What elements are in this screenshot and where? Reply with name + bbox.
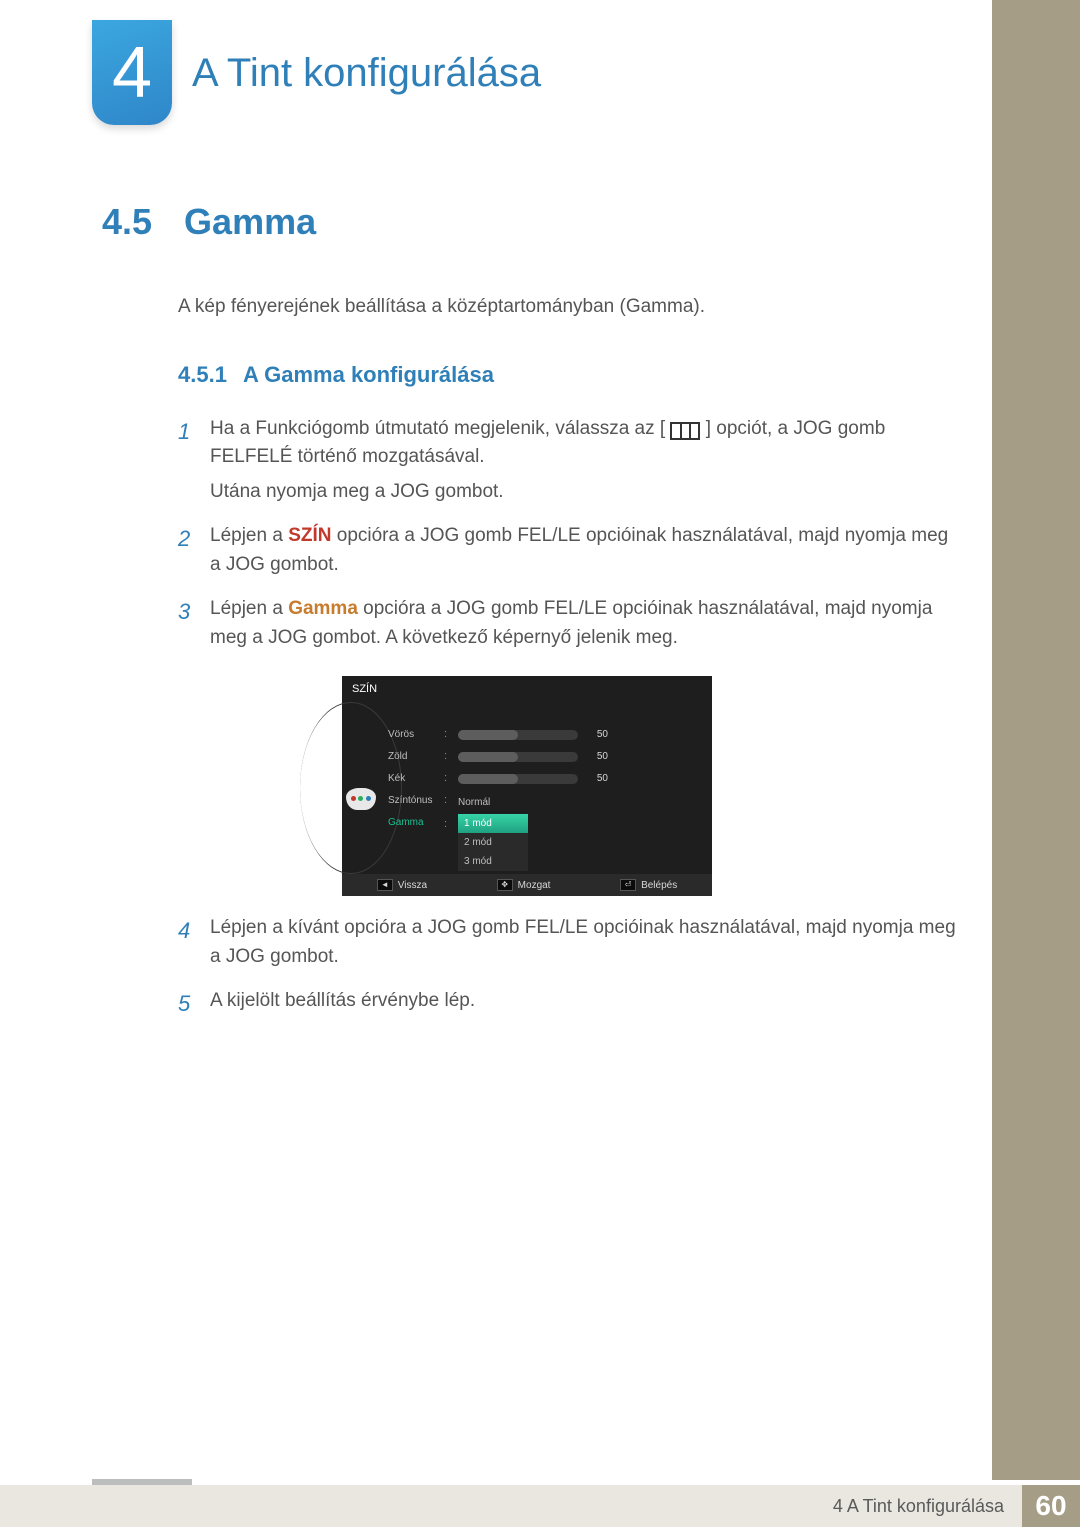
osd-slider-green: : 50 <box>444 746 702 768</box>
osd-label-gamma: Gamma <box>388 812 432 834</box>
osd-left-pane: Vörös Zöld Kék Színtónus Gamma <box>342 712 444 871</box>
step-number: 5 <box>178 987 196 1022</box>
step-text: A kijelölt beállítás érvénybe lép. <box>210 987 475 1022</box>
subsection-title: A Gamma konfigurálása <box>243 362 494 387</box>
page-number: 60 <box>1022 1485 1080 1527</box>
osd-footer-back: Vissza <box>398 878 427 893</box>
step2-part-a: Lépjen a <box>210 525 288 546</box>
palette-icon <box>346 788 376 810</box>
osd-right-pane: : 50 : 50 : 50 : Normál <box>444 712 712 871</box>
section-intro: A kép fényerejének beállítása a középtar… <box>178 293 960 322</box>
step1-part-c: Utána nyomja meg a JOG gombot. <box>210 478 960 507</box>
back-key-icon: ◄ <box>377 879 393 891</box>
step-text: Lépjen a kívánt opcióra a JOG gomb FEL/L… <box>210 914 960 977</box>
osd-label-blue: Kék <box>388 768 432 790</box>
osd-menu-labels: Vörös Zöld Kék Színtónus Gamma <box>388 724 432 834</box>
osd-row-tone: : Normál <box>444 790 702 812</box>
osd-label-red: Vörös <box>388 724 432 746</box>
osd-value-blue: 50 <box>586 771 608 786</box>
osd-value-tone: Normál <box>458 791 490 810</box>
chapter-header: 4 A Tint konfigurálása <box>92 20 541 125</box>
osd-gamma-opt2: 2 mód <box>458 833 528 852</box>
step-4: 4 Lépjen a kívánt opcióra a JOG gomb FEL… <box>178 914 960 977</box>
step-text: Ha a Funkciógomb útmutató megjelenik, vá… <box>210 415 960 513</box>
step-1: 1 Ha a Funkciógomb útmutató megjelenik, … <box>178 415 960 513</box>
osd-slider-blue: : 50 <box>444 768 702 790</box>
osd-gamma-opt1: 1 mód <box>458 814 528 833</box>
osd-footer-enter: Belépés <box>641 878 677 893</box>
osd-footer: ◄ Vissza ✥ Mozgat ⏎ Belépés <box>342 874 712 896</box>
step-3: 3 Lépjen a Gamma opcióra a JOG gomb FEL/… <box>178 595 960 658</box>
osd-value-red: 50 <box>586 727 608 742</box>
footer-bar: 4 A Tint konfigurálása 60 <box>0 1485 1080 1527</box>
osd-label-green: Zöld <box>388 746 432 768</box>
step3-part-a: Lépjen a <box>210 598 288 619</box>
step-text: Lépjen a SZÍN opcióra a JOG gomb FEL/LE … <box>210 522 960 585</box>
osd-row-gamma: : 1 mód 2 mód 3 mód <box>444 812 702 871</box>
section-title: Gamma <box>184 201 316 242</box>
section-number: 4.5 <box>102 201 152 242</box>
content-area: 4.5 Gamma A kép fényerejének beállítása a… <box>102 195 960 1032</box>
move-key-icon: ✥ <box>497 879 513 891</box>
subsection-heading: 4.5.1 A Gamma konfigurálása <box>178 358 960 391</box>
step-number: 2 <box>178 522 196 585</box>
subsection-number: 4.5.1 <box>178 362 227 387</box>
szin-highlight: SZÍN <box>288 525 331 546</box>
footer-label: 4 A Tint konfigurálása <box>833 1493 1004 1520</box>
osd-gamma-options: 1 mód 2 mód 3 mód <box>458 814 528 871</box>
osd-slider-red: : 50 <box>444 724 702 746</box>
step5-text: A kijelölt beállítás érvénybe lép. <box>210 987 475 1016</box>
chapter-number-badge: 4 <box>92 20 172 125</box>
gamma-highlight: Gamma <box>288 598 358 619</box>
step-2: 2 Lépjen a SZÍN opcióra a JOG gomb FEL/L… <box>178 522 960 585</box>
osd-gamma-opt3: 3 mód <box>458 852 528 871</box>
section-heading: 4.5 Gamma <box>102 195 960 249</box>
osd-footer-move: Mozgat <box>518 878 551 893</box>
step-number: 1 <box>178 415 196 513</box>
right-sidebar-band <box>992 0 1080 1480</box>
osd-arc-decoration <box>300 702 402 874</box>
chapter-title: A Tint konfigurálása <box>192 43 541 103</box>
step-number: 3 <box>178 595 196 658</box>
step1-part-a: Ha a Funkciógomb útmutató megjelenik, vá… <box>210 418 665 439</box>
menu-icon <box>670 422 700 440</box>
step-5: 5 A kijelölt beállítás érvénybe lép. <box>178 987 960 1022</box>
osd-screenshot: SZÍN Vörös Zöld Kék Színtónus Gamma : <box>342 676 712 896</box>
osd-label-tone: Színtónus <box>388 790 432 812</box>
step4-text: Lépjen a kívánt opcióra a JOG gomb FEL/L… <box>210 914 960 971</box>
osd-value-green: 50 <box>586 749 608 764</box>
step-text: Lépjen a Gamma opcióra a JOG gomb FEL/LE… <box>210 595 960 658</box>
enter-key-icon: ⏎ <box>620 879 636 891</box>
osd-title: SZÍN <box>342 676 712 712</box>
step-number: 4 <box>178 914 196 977</box>
